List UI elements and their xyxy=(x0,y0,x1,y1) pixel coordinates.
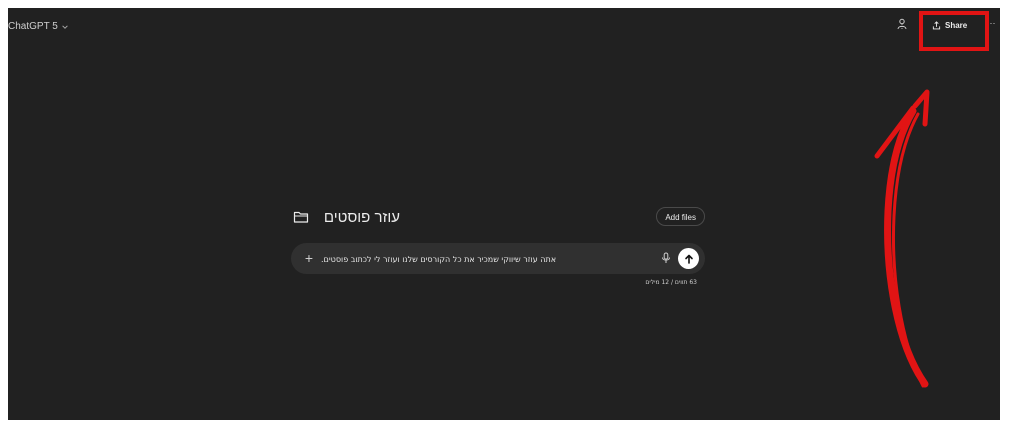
share-label: Share xyxy=(945,20,968,30)
share-upload-icon xyxy=(932,20,941,29)
send-button[interactable] xyxy=(678,248,699,269)
project-title: עוזר פוסטים xyxy=(323,209,400,226)
prompt-composer: + xyxy=(291,243,705,274)
arrow-up-icon xyxy=(684,254,693,264)
model-selector[interactable]: ChatGPT 5 xyxy=(8,21,69,32)
add-files-button[interactable]: Add files xyxy=(656,207,705,226)
share-button[interactable]: Share xyxy=(926,16,973,34)
temporary-chat-icon[interactable] xyxy=(896,18,908,30)
model-name: ChatGPT 5 xyxy=(8,21,58,32)
plus-icon[interactable]: + xyxy=(301,250,317,266)
project-header: עוזר פוסטים Add files xyxy=(291,207,705,229)
prompt-input[interactable] xyxy=(321,251,651,267)
chat-window: ChatGPT 5 Share ··· עוזר פוסטים Add file… xyxy=(8,8,1000,420)
annotation-arrow-icon xyxy=(874,89,930,388)
character-counter: 63 תווים / 12 מילים xyxy=(645,279,697,286)
more-options-icon[interactable]: ··· xyxy=(985,18,997,30)
microphone-icon[interactable] xyxy=(660,252,672,264)
folder-icon xyxy=(293,211,309,223)
chevron-down-icon xyxy=(62,24,68,29)
